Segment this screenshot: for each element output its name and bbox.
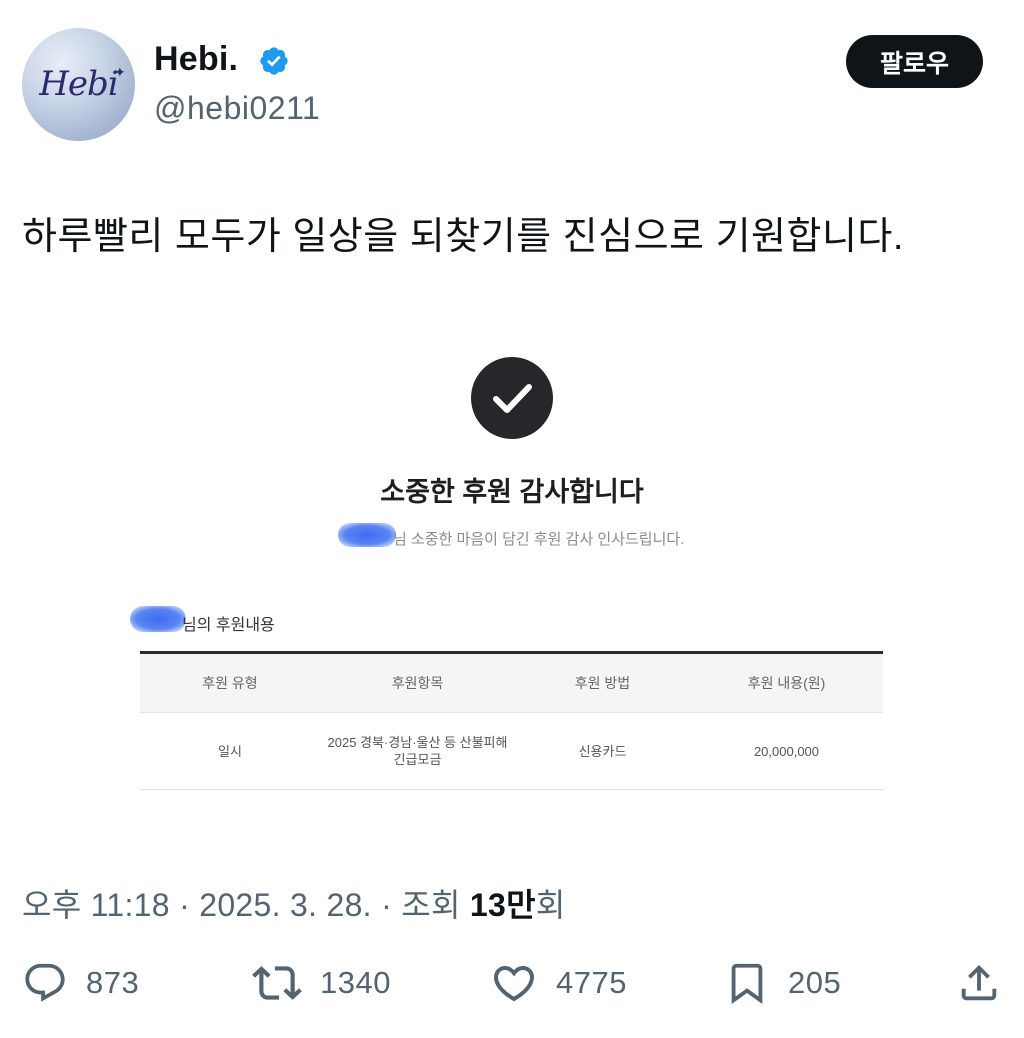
star-icon: ✦: [114, 64, 126, 80]
table-header-cell: 후원항목: [391, 674, 444, 691]
like-count: 4775: [556, 965, 627, 1000]
table-header-cell: 후원 유형: [202, 674, 258, 691]
follow-button[interactable]: 팔로우: [846, 35, 983, 88]
donation-table: 후원 유형 후원항목 후원 방법 후원 내용(원) 일시 2025 경북·경남·…: [140, 651, 883, 790]
donation-detail-heading: 님의 후원내용: [182, 617, 275, 634]
tweet-date[interactable]: 2025. 3. 28.: [199, 887, 372, 923]
like-button[interactable]: 4775: [490, 957, 627, 1009]
donation-type-cell: 일시: [218, 743, 242, 759]
avatar[interactable]: Hebi ✦: [22, 28, 135, 141]
share-button[interactable]: [956, 957, 1002, 1009]
reply-count: 873: [86, 965, 140, 1000]
tweet-text: 하루빨리 모두가 일상을 되찾기를 진심으로 기원합니다.: [22, 216, 904, 258]
bookmark-icon: [731, 963, 763, 1004]
table-row: 일시 2025 경북·경남·울산 등 산불피해 긴급모금 신용카드 20,000…: [140, 713, 883, 790]
retweet-icon: [252, 966, 302, 1000]
tweet-meta: 오후 11:18 · 2025. 3. 28. · 조회 13만회: [22, 880, 566, 926]
donation-item-line: 2025 경북·경남·울산 등 산불피해: [327, 735, 508, 750]
redacted-name-scribble: [338, 523, 396, 547]
donation-item-cell: 2025 경북·경남·울산 등 산불피해 긴급모금: [320, 734, 515, 768]
verified-badge-icon[interactable]: [258, 45, 290, 77]
views-suffix: 회: [535, 887, 566, 923]
bookmark-count: 205: [788, 965, 842, 1000]
user-handle[interactable]: @hebi0211: [154, 90, 320, 127]
donation-amount-cell: 20,000,000: [753, 743, 820, 759]
separator-dot: ·: [179, 887, 200, 923]
heart-icon: [493, 966, 535, 1002]
retweet-button[interactable]: 1340: [252, 957, 391, 1009]
donation-item-line: 긴급모금: [393, 752, 442, 767]
redacted-name-scribble: [130, 606, 186, 632]
tweet-time[interactable]: 오후 11:18: [22, 887, 170, 923]
donation-thanks-subtitle: 님 소중한 마음이 담긴 후원 감사 인사드립니다.: [393, 531, 685, 548]
check-circle-icon: [471, 357, 553, 439]
donation-method-cell: 신용카드: [578, 743, 627, 759]
table-header-cell: 후원 내용(원): [747, 674, 826, 691]
display-name[interactable]: Hebi.: [154, 40, 238, 79]
donation-thanks-title: 소중한 후원 감사합니다: [380, 477, 644, 507]
separator-dot: ·: [381, 887, 402, 923]
share-icon: [961, 964, 997, 1001]
retweet-count: 1340: [320, 965, 391, 1000]
table-header-cell: 후원 방법: [574, 674, 631, 691]
reply-button[interactable]: 873: [22, 957, 139, 1009]
views-prefix: 조회: [401, 887, 461, 923]
table-header-row: 후원 유형 후원항목 후원 방법 후원 내용(원): [140, 654, 883, 713]
bookmark-button[interactable]: 205: [724, 957, 841, 1009]
reply-icon: [25, 963, 65, 1002]
views-count: 13만: [469, 887, 536, 923]
